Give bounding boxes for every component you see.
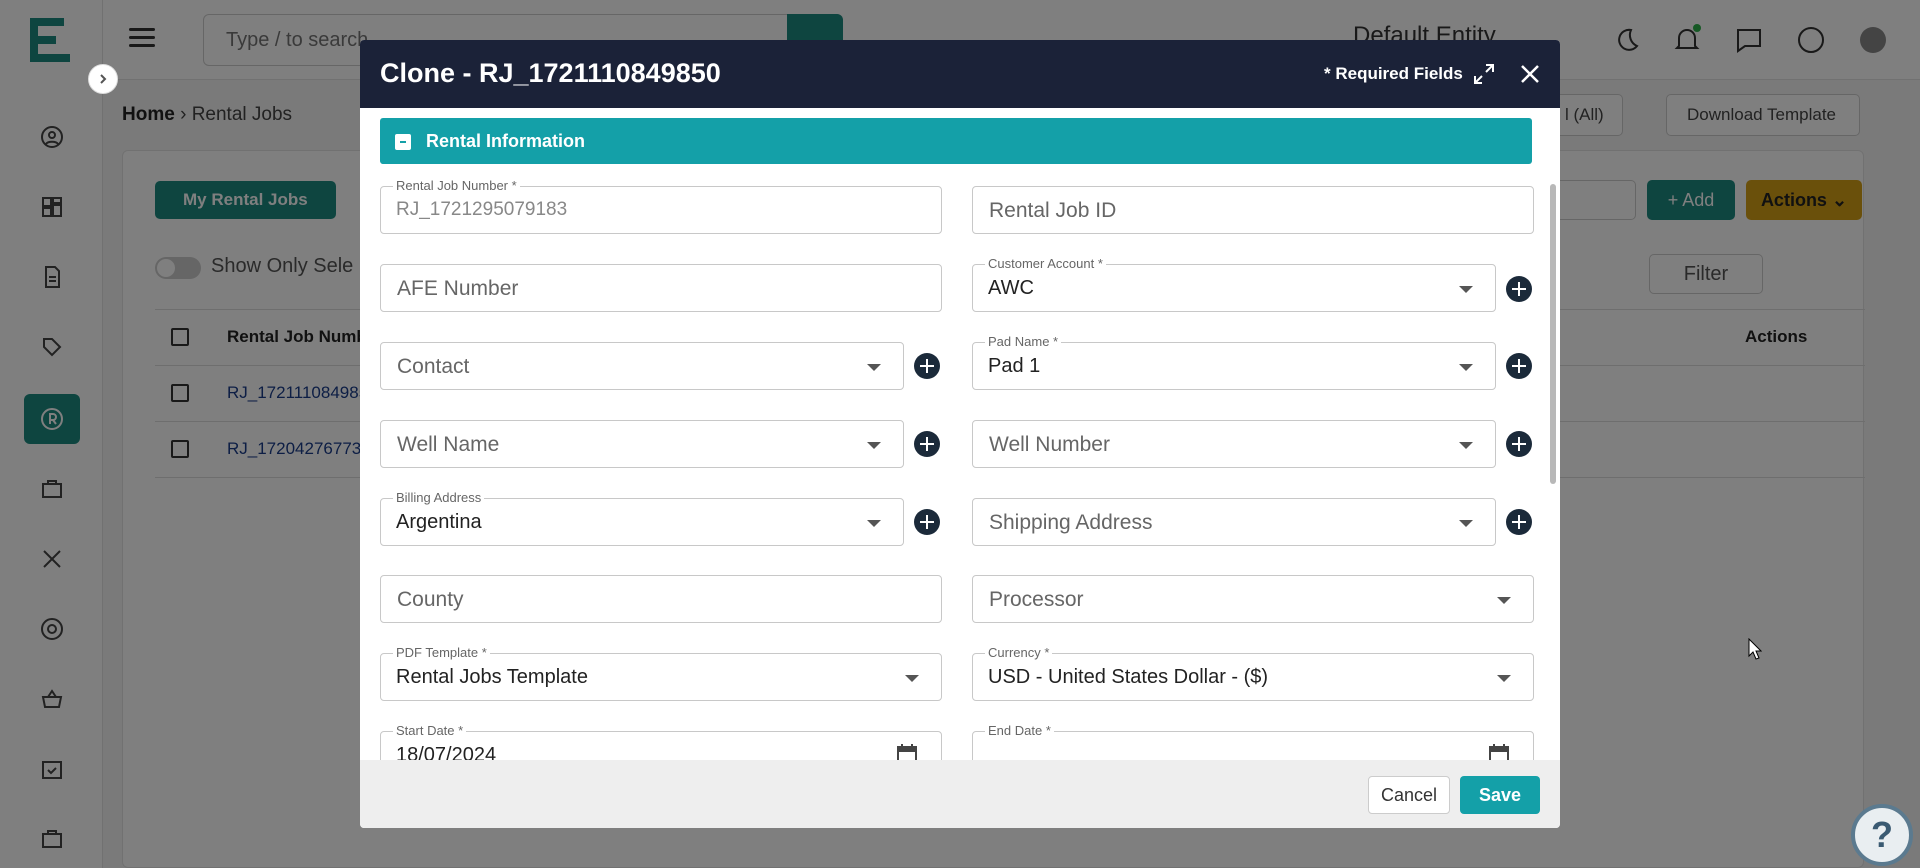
- field-value: Pad 1: [988, 355, 1041, 377]
- chevron-down-icon: [867, 520, 881, 527]
- well-name-select[interactable]: Well Name: [380, 420, 904, 468]
- end-date-field[interactable]: End Date *: [972, 723, 1534, 760]
- field-label: Currency *: [985, 645, 1053, 660]
- field-value: RJ_1721295079183: [396, 199, 568, 220]
- chevron-down-icon: [905, 675, 919, 682]
- field-value: 18/07/2024: [396, 744, 497, 760]
- mouse-cursor-icon: [1748, 638, 1762, 660]
- rental-job-number-field[interactable]: Rental Job Number * RJ_1721295079183: [380, 178, 942, 234]
- field-placeholder: County: [397, 588, 464, 611]
- required-fields-note: * Required Fields: [1324, 64, 1463, 83]
- add-customer-account-icon[interactable]: [1506, 276, 1532, 302]
- field-value: Argentina: [396, 511, 482, 533]
- add-billing-address-icon[interactable]: [914, 509, 940, 535]
- sidebar-collapse-button[interactable]: [88, 64, 118, 94]
- calendar-icon[interactable]: [1487, 742, 1511, 760]
- processor-select[interactable]: Processor: [972, 575, 1534, 623]
- cancel-button[interactable]: Cancel: [1368, 776, 1450, 814]
- field-label: PDF Template *: [393, 645, 490, 660]
- field-label: Billing Address: [393, 490, 485, 505]
- chevron-right-icon: [100, 74, 107, 84]
- field-placeholder: Processor: [989, 588, 1084, 611]
- save-button[interactable]: Save: [1460, 776, 1540, 814]
- field-label: Start Date *: [393, 723, 467, 738]
- pad-name-select[interactable]: Pad Name * Pad 1: [972, 334, 1496, 390]
- field-placeholder: Rental Job ID: [989, 199, 1117, 222]
- modal-header: Clone - RJ_1721110849850 * Required Fiel…: [360, 40, 1560, 108]
- modal-scrollbar[interactable]: [1550, 184, 1556, 484]
- field-value: USD - United States Dollar - ($): [988, 666, 1269, 688]
- customer-account-select[interactable]: Customer Account * AWC: [972, 256, 1496, 312]
- chevron-down-icon: [1497, 597, 1511, 604]
- field-value: Rental Jobs Template: [396, 666, 588, 688]
- well-number-select[interactable]: Well Number: [972, 420, 1496, 468]
- field-placeholder: Contact: [397, 355, 470, 378]
- help-chat-button[interactable]: ?: [1851, 804, 1913, 866]
- field-placeholder: Well Name: [397, 433, 500, 456]
- pdf-template-select[interactable]: PDF Template * Rental Jobs Template: [380, 645, 942, 701]
- chevron-down-icon: [1459, 286, 1473, 293]
- section-rental-information[interactable]: Rental Information: [380, 118, 1532, 164]
- field-placeholder: Well Number: [989, 433, 1110, 456]
- chevron-down-icon: [1497, 675, 1511, 682]
- modal-body: Rental Information Rental Job Number * R…: [360, 108, 1560, 760]
- field-label: Pad Name *: [985, 334, 1062, 349]
- expand-icon[interactable]: [1472, 62, 1496, 86]
- close-icon[interactable]: [1516, 60, 1544, 88]
- add-shipping-address-icon[interactable]: [1506, 509, 1532, 535]
- currency-select[interactable]: Currency * USD - United States Dollar - …: [972, 645, 1534, 701]
- field-placeholder: Shipping Address: [989, 511, 1153, 534]
- section-title: Rental Information: [426, 131, 586, 151]
- shipping-address-select[interactable]: Shipping Address: [972, 498, 1496, 546]
- field-label: Rental Job Number *: [393, 178, 520, 193]
- modal-footer: Cancel Save: [360, 760, 1560, 828]
- chevron-down-icon: [867, 364, 881, 371]
- field-label: End Date *: [985, 723, 1054, 738]
- chevron-down-icon: [867, 442, 881, 449]
- contact-select[interactable]: Contact: [380, 342, 904, 390]
- field-value: AWC: [988, 277, 1034, 299]
- start-date-field[interactable]: Start Date * 18/07/2024: [380, 723, 942, 760]
- add-pad-name-icon[interactable]: [1506, 353, 1532, 379]
- rental-job-id-field[interactable]: Rental Job ID: [972, 186, 1534, 234]
- county-field[interactable]: County: [380, 575, 942, 623]
- afe-number-field[interactable]: AFE Number: [380, 264, 942, 312]
- chevron-down-icon: [1459, 520, 1473, 527]
- add-well-name-icon[interactable]: [914, 431, 940, 457]
- add-well-number-icon[interactable]: [1506, 431, 1532, 457]
- clone-modal: Clone - RJ_1721110849850 * Required Fiel…: [360, 40, 1560, 828]
- modal-title: Clone - RJ_1721110849850: [380, 58, 721, 88]
- chevron-down-icon: [1459, 442, 1473, 449]
- calendar-icon[interactable]: [895, 742, 919, 760]
- field-placeholder: AFE Number: [397, 277, 519, 300]
- field-label: Customer Account *: [985, 256, 1106, 271]
- billing-address-select[interactable]: Billing Address Argentina: [380, 490, 904, 546]
- chevron-down-icon: [1459, 364, 1473, 371]
- collapse-section-icon[interactable]: [395, 134, 411, 150]
- add-contact-icon[interactable]: [914, 353, 940, 379]
